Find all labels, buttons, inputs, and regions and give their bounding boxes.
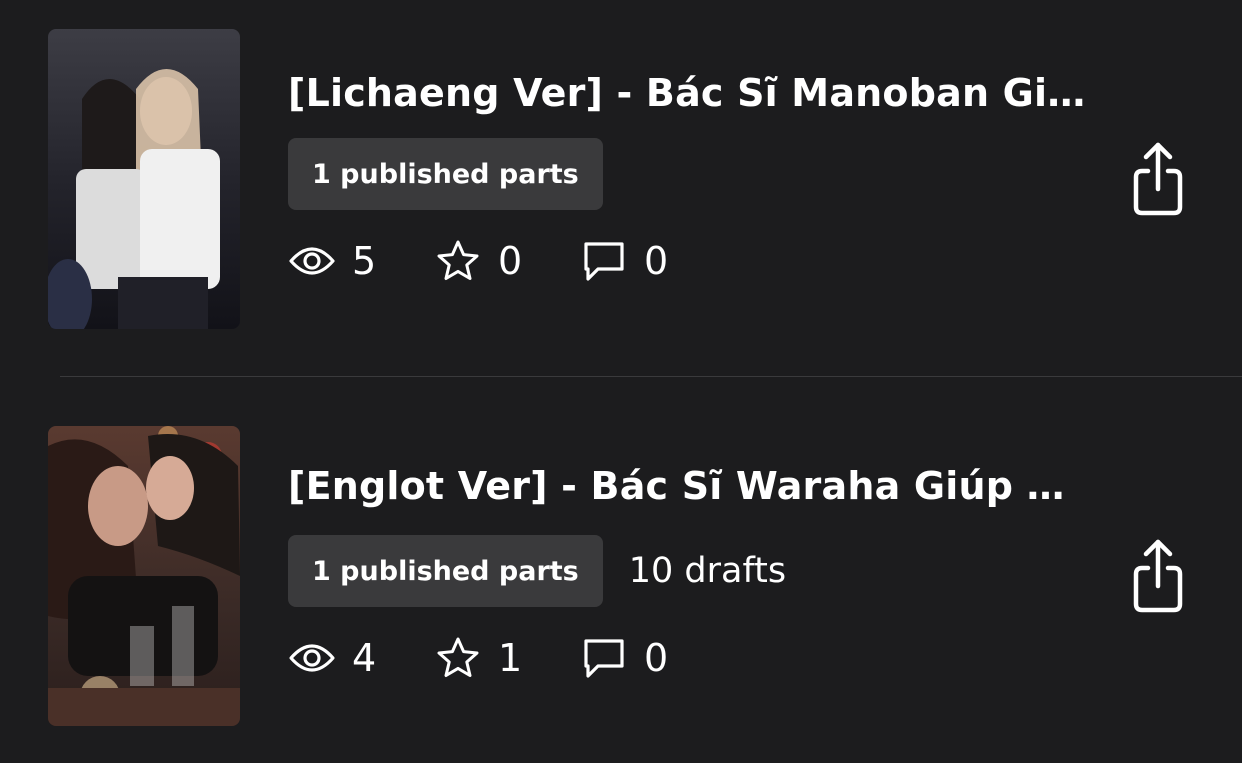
share-icon [1130, 141, 1186, 221]
star-icon [434, 634, 482, 682]
story-badges: 1 published parts 10 drafts [288, 535, 786, 607]
story-stats: 4 1 0 [288, 633, 726, 683]
story-cover-image[interactable] [48, 29, 240, 329]
views-stat: 4 [288, 634, 378, 682]
story-badges: 1 published parts [288, 138, 603, 210]
star-icon [434, 237, 482, 285]
list-divider [60, 376, 1242, 377]
views-count: 4 [352, 636, 377, 680]
comment-icon [580, 634, 628, 682]
drafts-count: 10 drafts [628, 551, 787, 591]
story-stats: 5 0 0 [288, 236, 726, 286]
story-title[interactable]: [Englot Ver] - Bác Sĩ Waraha Giúp Em [288, 462, 1088, 510]
published-parts-badge: 1 published parts [288, 535, 603, 607]
published-parts-badge: 1 published parts [288, 138, 603, 210]
story-cover-image[interactable] [48, 426, 240, 726]
votes-count: 1 [498, 636, 523, 680]
comments-stat: 0 [580, 634, 670, 682]
story-list-item[interactable]: [Lichaeng Ver] - Bác Sĩ Manoban Giúp Em … [0, 29, 1242, 329]
comments-stat: 0 [580, 237, 670, 285]
story-title[interactable]: [Lichaeng Ver] - Bác Sĩ Manoban Giúp Em [288, 69, 1088, 117]
comment-icon [580, 237, 628, 285]
eye-icon [288, 237, 336, 285]
votes-count: 0 [498, 239, 523, 283]
comments-count: 0 [644, 239, 669, 283]
story-list-item[interactable]: [Englot Ver] - Bác Sĩ Waraha Giúp Em 1 p… [0, 426, 1242, 726]
eye-icon [288, 634, 336, 682]
votes-stat: 1 [434, 634, 524, 682]
share-button[interactable] [1130, 141, 1186, 221]
views-stat: 5 [288, 237, 378, 285]
views-count: 5 [352, 239, 377, 283]
share-button[interactable] [1130, 538, 1186, 618]
votes-stat: 0 [434, 237, 524, 285]
share-icon [1130, 538, 1186, 618]
comments-count: 0 [644, 636, 669, 680]
